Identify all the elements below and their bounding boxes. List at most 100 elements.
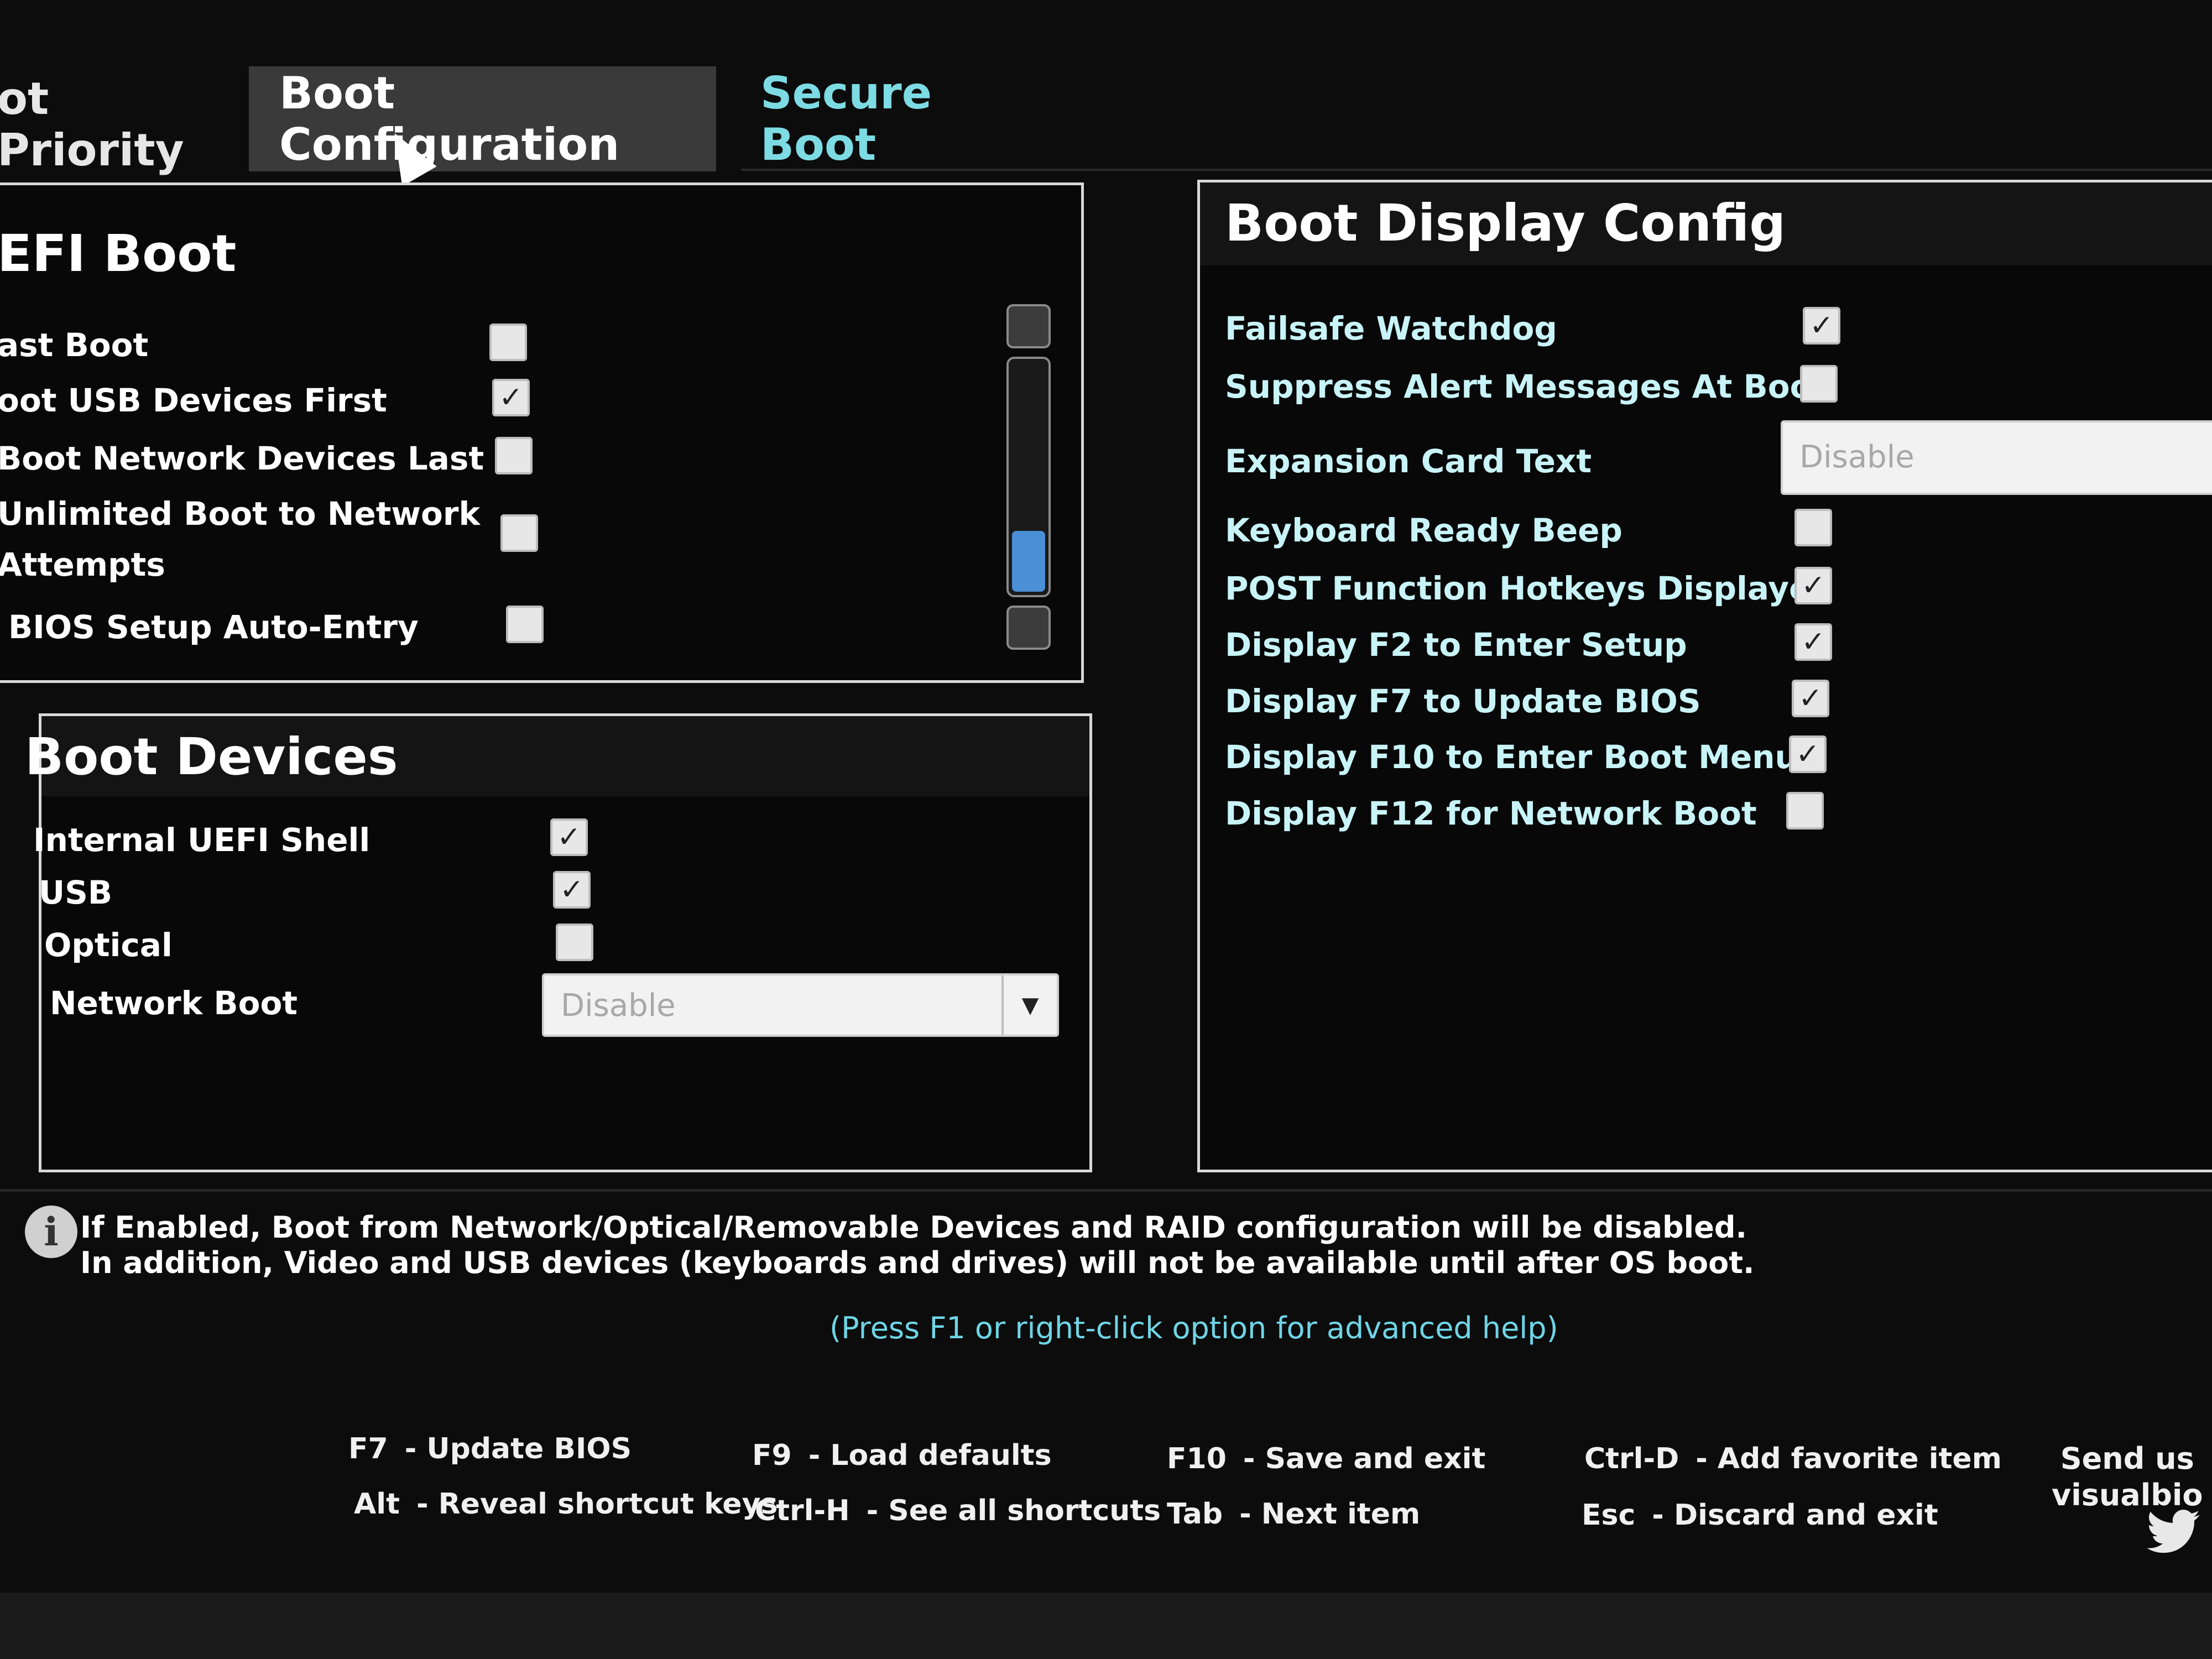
display-f12-checkbox[interactable] xyxy=(1786,792,1824,830)
shortcut-item: Tab - Next item xyxy=(1167,1498,1420,1531)
scroll-track[interactable] xyxy=(1006,357,1051,597)
help-text-line1: If Enabled, Boot from Network/Optical/Re… xyxy=(80,1210,1747,1245)
setting-row[interactable]: Display F2 to Enter Setup ✓ xyxy=(1200,615,2212,670)
uefi-shell-checkbox[interactable]: ✓ xyxy=(550,818,588,856)
setting-row[interactable]: Keyboard Ready Beep xyxy=(1200,500,2212,556)
setting-row[interactable]: BIOS Setup Auto-Entry xyxy=(0,597,1081,653)
setting-label: Boot Network Devices Last xyxy=(0,440,484,477)
shortcut-action: - Next item xyxy=(1239,1498,1421,1531)
shortcut-key: Tab xyxy=(1167,1498,1223,1531)
device-row[interactable]: Optical xyxy=(41,915,1089,971)
help-text-line2: In addition, Video and USB devices (keyb… xyxy=(80,1245,1755,1280)
shortcut-item: Ctrl-D - Add favorite item xyxy=(1584,1442,2002,1475)
unlimited-boot-checkbox[interactable] xyxy=(500,514,538,552)
tab-secure-boot[interactable]: Secure Boot xyxy=(730,67,1073,170)
usb-checkbox[interactable]: ✓ xyxy=(553,871,591,909)
setting-row[interactable]: ast Boot xyxy=(0,315,1081,371)
setting-row[interactable]: Unlimited Boot to Network Attempts xyxy=(0,484,1081,583)
setting-label: Suppress Alert Messages At Boot xyxy=(1225,368,1828,405)
setting-label: ast Boot xyxy=(0,326,149,364)
setting-label: BIOS Setup Auto-Entry xyxy=(8,608,419,646)
display-f10-checkbox[interactable]: ✓ xyxy=(1789,735,1827,773)
tab-bar: ot Priority Boot Configuration Secure Bo… xyxy=(0,61,2212,176)
setting-row[interactable]: POST Function Hotkeys Displayed ✓ xyxy=(1200,559,2212,614)
boot-display-panel: Boot Display Config Failsafe Watchdog ✓ … xyxy=(1197,180,2212,1172)
device-label: Optical xyxy=(44,926,173,964)
tab-divider xyxy=(741,169,2212,171)
expansion-card-label: Expansion Card Text xyxy=(1225,442,1592,480)
boot-display-title: Boot Display Config xyxy=(1225,194,1786,253)
bios-auto-entry-checkbox[interactable] xyxy=(506,606,544,643)
setting-label: Display F10 to Enter Boot Menu xyxy=(1225,738,1798,776)
network-boot-label: Network Boot xyxy=(50,984,298,1022)
keyboard-beep-checkbox[interactable] xyxy=(1794,509,1832,546)
display-f2-checkbox[interactable]: ✓ xyxy=(1794,623,1832,661)
setting-label: Keyboard Ready Beep xyxy=(1225,512,1623,549)
shortcut-item: Ctrl-H - See all shortcuts xyxy=(755,1494,1161,1527)
device-row[interactable]: Network Boot Disable ▼ xyxy=(41,973,1089,1045)
shortcut-key: Esc xyxy=(1582,1499,1636,1532)
scroll-down-button[interactable] xyxy=(1006,606,1051,650)
shortcut-action: - Add favorite item xyxy=(1695,1442,2002,1475)
tab-boot-configuration[interactable]: Boot Configuration xyxy=(249,66,716,171)
shortcut-key: F7 xyxy=(348,1432,388,1465)
dropdown-value: Disable xyxy=(561,988,676,1024)
setting-row[interactable]: Boot Network Devices Last xyxy=(0,429,1081,484)
setting-label-continued: Attempts xyxy=(0,546,165,583)
divider xyxy=(0,1189,2212,1192)
shortcut-key: F10 xyxy=(1167,1442,1227,1475)
shortcut-key: F9 xyxy=(752,1439,792,1472)
setting-row[interactable]: Expansion Card Text Disable xyxy=(1200,420,2212,498)
shortcut-action: - Discard and exit xyxy=(1652,1499,1938,1532)
help-info: i If Enabled, Boot from Network/Optical/… xyxy=(22,1200,2068,1345)
network-boot-dropdown[interactable]: Disable ▼ xyxy=(542,973,1059,1037)
shortcut-key: Alt xyxy=(354,1488,400,1521)
fast-boot-checkbox[interactable] xyxy=(489,324,527,361)
twitter-icon[interactable] xyxy=(2146,1510,2201,1554)
setting-row[interactable]: Display F10 to Enter Boot Menu ✓ xyxy=(1200,727,2212,782)
failsafe-watchdog-checkbox[interactable]: ✓ xyxy=(1803,307,1840,345)
shortcut-item: F9 - Load defaults xyxy=(752,1439,1052,1472)
device-label: USB xyxy=(39,874,113,911)
optical-checkbox[interactable] xyxy=(556,924,593,961)
network-last-checkbox[interactable] xyxy=(495,437,533,474)
device-row[interactable]: Internal UEFI Shell ✓ xyxy=(33,810,1089,865)
shortcut-item: Esc - Discard and exit xyxy=(1582,1499,1938,1532)
dropdown-value: Disable xyxy=(1799,439,1914,475)
shortcut-action: - Save and exit xyxy=(1243,1442,1486,1475)
feedback-line2: visualbio xyxy=(2052,1478,2203,1512)
shortcut-item: Alt - Reveal shortcut keys xyxy=(354,1488,778,1521)
setting-label: Unlimited Boot to Network xyxy=(0,495,481,533)
scroll-thumb[interactable] xyxy=(1012,531,1045,592)
shortcut-key: Ctrl-H xyxy=(755,1494,850,1527)
setting-label: POST Function Hotkeys Displayed xyxy=(1225,570,1834,607)
advanced-help-link[interactable]: (Press F1 or right-click option for adva… xyxy=(830,1311,1558,1345)
expansion-card-dropdown[interactable]: Disable xyxy=(1781,420,2212,495)
display-f7-checkbox[interactable]: ✓ xyxy=(1792,680,1829,717)
setting-row[interactable]: Display F12 for Network Boot xyxy=(1200,784,2212,839)
boot-devices-panel: Boot Devices Internal UEFI Shell ✓ USB ✓… xyxy=(25,713,1092,1172)
shortcut-action: - Reveal shortcut keys xyxy=(416,1488,778,1521)
device-row[interactable]: USB ✓ xyxy=(39,863,1089,918)
feedback-line1: Send us xyxy=(2060,1441,2194,1476)
chevron-down-icon[interactable]: ▼ xyxy=(1001,975,1057,1035)
setting-row[interactable]: Failsafe Watchdog ✓ xyxy=(1200,299,2212,354)
post-hotkeys-checkbox[interactable]: ✓ xyxy=(1794,567,1832,604)
efi-boot-title: EFI Boot xyxy=(0,224,237,283)
efi-boot-panel: EFI Boot ast Boot oot USB Devices First … xyxy=(0,182,1084,683)
setting-row[interactable]: oot USB Devices First ✓ xyxy=(0,371,1081,426)
device-label: Internal UEFI Shell xyxy=(33,821,371,859)
setting-label: Display F12 for Network Boot xyxy=(1225,795,1757,832)
setting-label: Failsafe Watchdog xyxy=(1225,310,1557,347)
shortcut-item: F10 - Save and exit xyxy=(1167,1442,1485,1475)
efi-scrollbar[interactable] xyxy=(1006,304,1051,658)
tab-boot-priority[interactable]: ot Priority xyxy=(0,73,243,176)
suppress-alerts-checkbox[interactable] xyxy=(1800,365,1838,403)
setting-row[interactable]: Suppress Alert Messages At Boot xyxy=(1200,357,2212,412)
scroll-up-button[interactable] xyxy=(1006,304,1051,348)
setting-label: Display F2 to Enter Setup xyxy=(1225,626,1687,664)
setting-row[interactable]: Display F7 to Update BIOS ✓ xyxy=(1200,671,2212,727)
usb-first-checkbox[interactable]: ✓ xyxy=(492,379,530,416)
info-icon: i xyxy=(25,1206,77,1258)
feedback-text: Send us visualbio xyxy=(2052,1441,2203,1514)
